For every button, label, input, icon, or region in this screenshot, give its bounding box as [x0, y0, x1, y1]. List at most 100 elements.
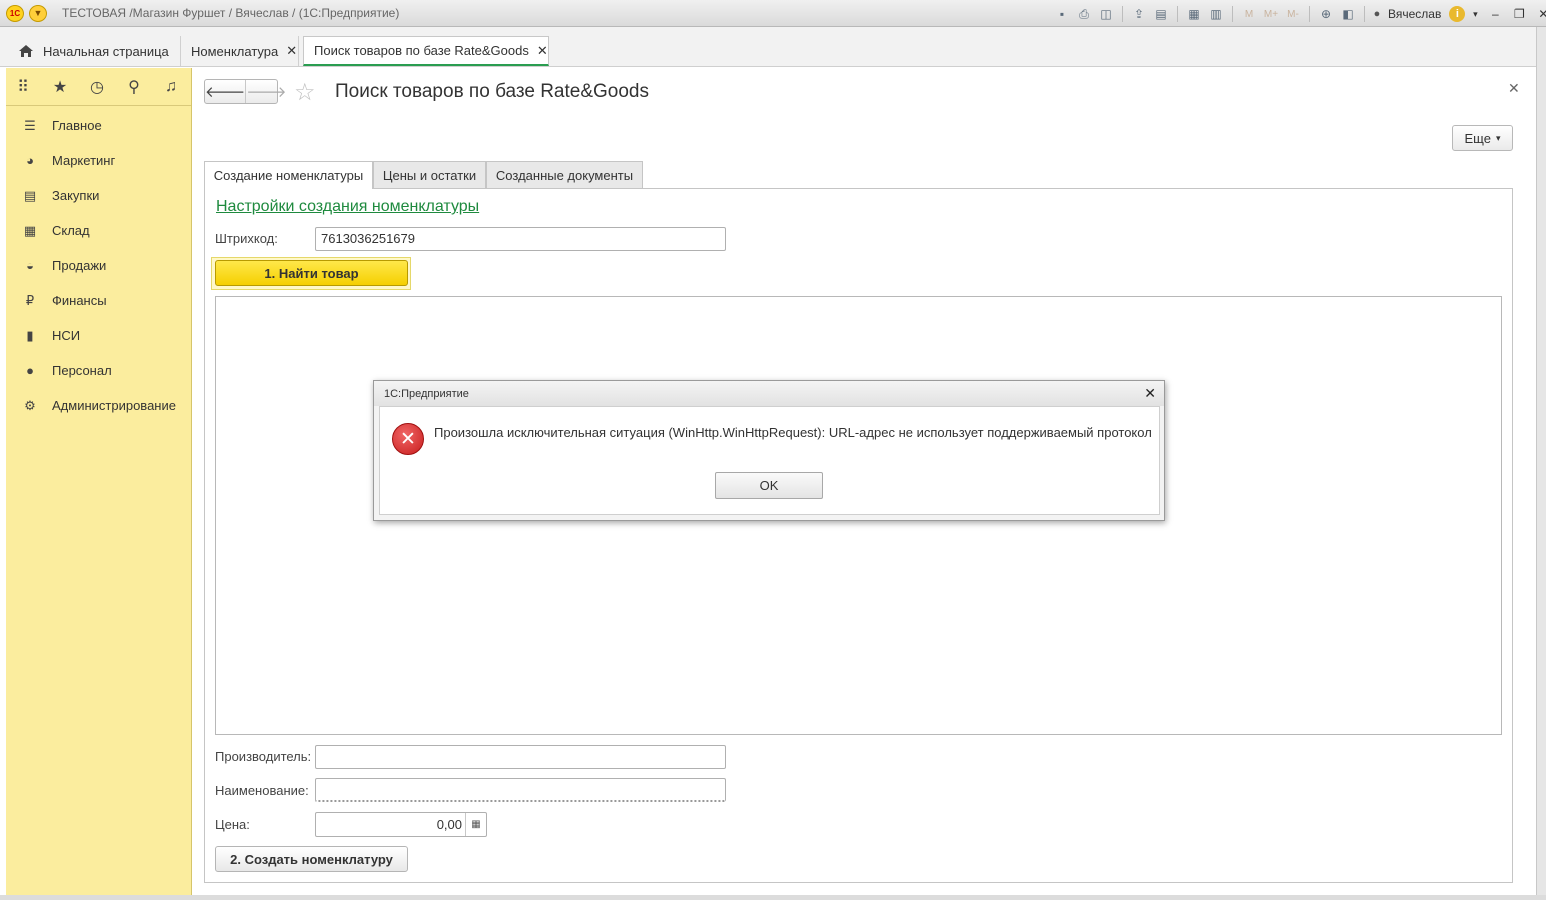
- info-icon[interactable]: i: [1449, 6, 1466, 22]
- sidebar-item-sales[interactable]: ◒ Продажи: [6, 248, 191, 283]
- create-nomenclature-button[interactable]: 2. Создать номенклатуру: [215, 846, 408, 872]
- restore-icon[interactable]: ❐: [1509, 5, 1529, 23]
- sidebar-item-label: НСИ: [52, 328, 81, 343]
- toolbar-separator: [1177, 6, 1178, 22]
- sidebar-item-label: Закупки: [52, 188, 100, 203]
- tab-prices-stock[interactable]: Цены и остатки: [373, 161, 486, 188]
- history-icon[interactable]: ◷: [88, 78, 106, 96]
- tab-label: Поиск товаров по базе Rate&Goods: [314, 43, 529, 58]
- chevron-down-icon[interactable]: ▾: [1469, 5, 1481, 23]
- basket-icon: ◒: [26, 258, 34, 273]
- error-icon: ✕: [392, 423, 424, 455]
- dialog-title: 1С:Предприятие: [384, 388, 469, 400]
- dialog-body: ✕ Произошла исключительная ситуация (Win…: [379, 406, 1160, 515]
- bell-icon[interactable]: ♫: [162, 78, 180, 96]
- current-user[interactable]: Вячеслав: [1388, 7, 1441, 21]
- toolbar-separator: [1364, 6, 1365, 22]
- person-icon: ●: [26, 363, 34, 378]
- barcode-label: Штрихкод:: [215, 231, 278, 246]
- minimize-icon[interactable]: –: [1485, 5, 1505, 23]
- menu-lines-icon: ☰: [24, 117, 36, 133]
- form-close-icon[interactable]: ✕: [1508, 80, 1520, 97]
- window-right-edge: [1536, 27, 1546, 900]
- print-preview-icon[interactable]: ◫: [1097, 5, 1115, 23]
- calendar-icon[interactable]: ▥: [1207, 5, 1225, 23]
- favorite-star-icon[interactable]: ☆: [294, 78, 316, 107]
- memory-minus-button[interactable]: M-: [1284, 5, 1302, 23]
- memory-m-button[interactable]: M: [1240, 5, 1258, 23]
- price-field[interactable]: 0,00 ▦: [315, 812, 487, 837]
- settings-link[interactable]: Настройки создания номенклатуры: [216, 198, 479, 216]
- sidebar-item-finance[interactable]: ₽ Финансы: [6, 283, 191, 318]
- tab-nomenclature[interactable]: Номенклатура ✕: [181, 36, 299, 66]
- back-arrow-icon[interactable]: 🡐: [205, 80, 245, 103]
- calculator-icon[interactable]: ▦: [1185, 5, 1203, 23]
- sidebar-item-marketing[interactable]: ◕ Маркетинг: [6, 143, 191, 178]
- all-functions-grid-icon[interactable]: ⠿: [14, 78, 32, 96]
- sidebar-item-purchases[interactable]: ▤ Закупки: [6, 178, 191, 213]
- sidebar-item-label: Администрирование: [52, 398, 176, 413]
- book-icon: ▮: [26, 327, 34, 343]
- scanner-icon[interactable]: ▤: [1152, 5, 1170, 23]
- save-icon[interactable]: ▪: [1053, 5, 1071, 23]
- price-label: Цена:: [215, 817, 250, 832]
- open-windows-tabbar: Начальная страница Номенклатура ✕ Поиск …: [0, 27, 1536, 67]
- sidebar-item-label: Персонал: [52, 363, 112, 378]
- home-icon: [19, 45, 33, 57]
- sections-panel: ⠿ ★ ◷ ⚲ ♫ ☰ Главное ◕ Маркетинг ▤ Закупк…: [6, 68, 192, 895]
- window-titlebar: 1С ▼ ТЕСТОВАЯ /Магазин Фуршет / Вячеслав…: [0, 0, 1546, 27]
- calculator-icon[interactable]: ▦: [465, 813, 486, 836]
- sidebar-item-label: Маркетинг: [52, 153, 116, 168]
- search-icon[interactable]: ⚲: [125, 78, 143, 96]
- window-title: ТЕСТОВАЯ /Магазин Фуршет / Вячеслав / (1…: [62, 6, 400, 20]
- tab-rate-goods-search[interactable]: Поиск товаров по базе Rate&Goods ✕: [303, 36, 549, 66]
- page-title: Поиск товаров по базе Rate&Goods: [335, 81, 650, 102]
- tab-create-nomenclature[interactable]: Создание номенклатуры: [204, 161, 373, 189]
- navigation-buttons: 🡐 🡒: [204, 79, 286, 104]
- main-menu-dropdown-icon[interactable]: ▼: [29, 5, 47, 22]
- sidebar-item-main[interactable]: ☰ Главное: [6, 108, 191, 143]
- sidebar-item-label: Главное: [52, 118, 102, 133]
- ruble-coin-icon: ₽: [25, 292, 35, 308]
- favorites-star-icon[interactable]: ★: [51, 78, 69, 96]
- manufacturer-label: Производитель:: [215, 749, 312, 764]
- more-label: Еще: [1464, 130, 1491, 146]
- manufacturer-field[interactable]: [315, 745, 726, 769]
- sidebar-item-warehouse[interactable]: ▦ Склад: [6, 213, 191, 248]
- window-bottom-edge: [0, 895, 1546, 900]
- sidebar-item-label: Финансы: [52, 293, 107, 308]
- close-icon[interactable]: ✕: [1533, 5, 1546, 23]
- name-label: Наименование:: [215, 783, 309, 798]
- upload-icon[interactable]: ⇪: [1130, 5, 1148, 23]
- panels-icon[interactable]: ◧: [1339, 5, 1357, 23]
- tab-home[interactable]: Начальная страница: [8, 36, 181, 66]
- forward-arrow-icon[interactable]: 🡒: [245, 80, 286, 103]
- pie-chart-icon: ◕: [26, 153, 34, 168]
- tab-created-documents[interactable]: Созданные документы: [486, 161, 643, 188]
- zoom-icon[interactable]: ⊕: [1317, 5, 1335, 23]
- sidebar-item-label: Продажи: [52, 258, 107, 273]
- print-icon[interactable]: ⎙: [1075, 5, 1093, 23]
- price-value: 0,00: [436, 817, 462, 832]
- name-field[interactable]: [315, 778, 726, 802]
- barcode-field[interactable]: 7613036251679: [315, 227, 726, 251]
- app-logo-icon: 1С: [6, 5, 24, 22]
- tab-label: Начальная страница: [43, 43, 169, 59]
- sidebar-item-label: Склад: [52, 223, 90, 238]
- error-message: Произошла исключительная ситуация (WinHt…: [434, 425, 1152, 440]
- sidebar-item-personnel[interactable]: ● Персонал: [6, 353, 191, 388]
- sidebar-item-reference[interactable]: ▮ НСИ: [6, 318, 191, 353]
- ok-button[interactable]: OK: [715, 472, 823, 499]
- close-icon[interactable]: ✕: [537, 43, 548, 59]
- memory-plus-button[interactable]: M+: [1262, 5, 1280, 23]
- toolbar-separator: [1309, 6, 1310, 22]
- find-product-button[interactable]: 1. Найти товар: [215, 260, 408, 286]
- close-icon[interactable]: ✕: [1144, 385, 1156, 402]
- cart-icon: ▤: [23, 187, 37, 203]
- toolbar-separator: [1122, 6, 1123, 22]
- sidebar-item-administration[interactable]: ⚙ Администрирование: [6, 388, 191, 423]
- warehouse-grid-icon: ▦: [23, 222, 37, 238]
- close-icon[interactable]: ✕: [286, 43, 297, 59]
- more-button[interactable]: Еще ▾: [1452, 125, 1513, 151]
- dialog-header: 1С:Предприятие ✕: [374, 381, 1164, 406]
